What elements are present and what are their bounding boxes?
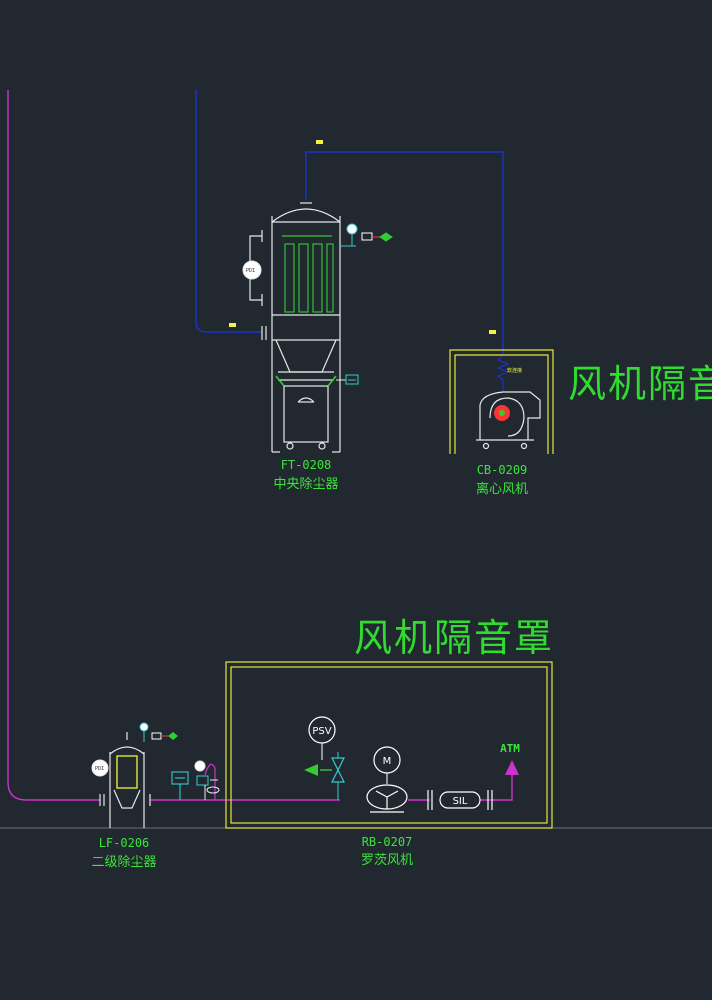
filter-bags [284, 243, 334, 313]
level-sensor-icon[interactable] [336, 374, 359, 385]
label-fan-hood-1: 风机隔音罩 [568, 362, 712, 406]
pid-diagram: 软连接 PDI FT-0208 中央除尘器 风机隔音 CB-0209 离心风机 … [0, 90, 712, 870]
motor-icon[interactable]: M [373, 746, 401, 784]
svg-text:PDI: PDI [95, 766, 104, 772]
support-bracket [275, 375, 337, 387]
pipe-tag-inlet [229, 323, 236, 327]
label-cb0209-code: CB-0209 [477, 463, 528, 477]
outlet-line-ft0208 [305, 151, 504, 355]
blower-icon[interactable] [366, 784, 408, 813]
filter-element [116, 755, 138, 789]
process-line-vacuum [7, 90, 100, 801]
flex-joint-tag: 软连接 [507, 367, 522, 374]
pipe-tag-fan [489, 330, 496, 334]
inlet-line-ft0208 [195, 90, 262, 333]
instrument-branch [204, 763, 216, 800]
line-instrument-1[interactable] [171, 771, 189, 800]
centrifugal-fan[interactable] [476, 391, 541, 450]
fan-hub-icon [499, 410, 505, 416]
svg-text:M: M [383, 756, 392, 767]
fan-enclosure-cb0209 [449, 349, 554, 454]
dp-gauge-ft0208[interactable]: PDI [242, 260, 262, 280]
lf-instrument-cluster[interactable] [139, 722, 178, 742]
solenoid-valve-icon[interactable] [361, 232, 393, 242]
label-ft0208-code: FT-0208 [281, 458, 332, 472]
arrow-up-icon [505, 760, 519, 775]
atm-label: ATM [500, 742, 520, 755]
psv-icon[interactable]: PSV [304, 716, 345, 800]
svg-text:PDI: PDI [246, 268, 255, 274]
label-rb0207-name: 罗茨风机 [361, 853, 413, 868]
label-lf0206-code: LF-0206 [99, 836, 150, 850]
pressure-gauge-icon[interactable] [340, 223, 358, 247]
label-fan-hood-2: 风机隔音罩 [354, 616, 554, 660]
label-ft0208-name: 中央除尘器 [273, 477, 338, 492]
pipe-tag-top [316, 140, 323, 144]
label-lf0206-name: 二级除尘器 [91, 855, 156, 870]
secondary-dust-collector[interactable] [99, 732, 151, 828]
label-cb0209-name: 离心风机 [476, 481, 528, 497]
silencer-label: SIL [453, 796, 468, 807]
dp-gauge-lf0206[interactable]: PDI [91, 759, 109, 777]
label-rb0207-code: RB-0207 [362, 835, 413, 849]
svg-text:PSV: PSV [312, 726, 331, 737]
central-dust-collector[interactable] [249, 202, 341, 453]
